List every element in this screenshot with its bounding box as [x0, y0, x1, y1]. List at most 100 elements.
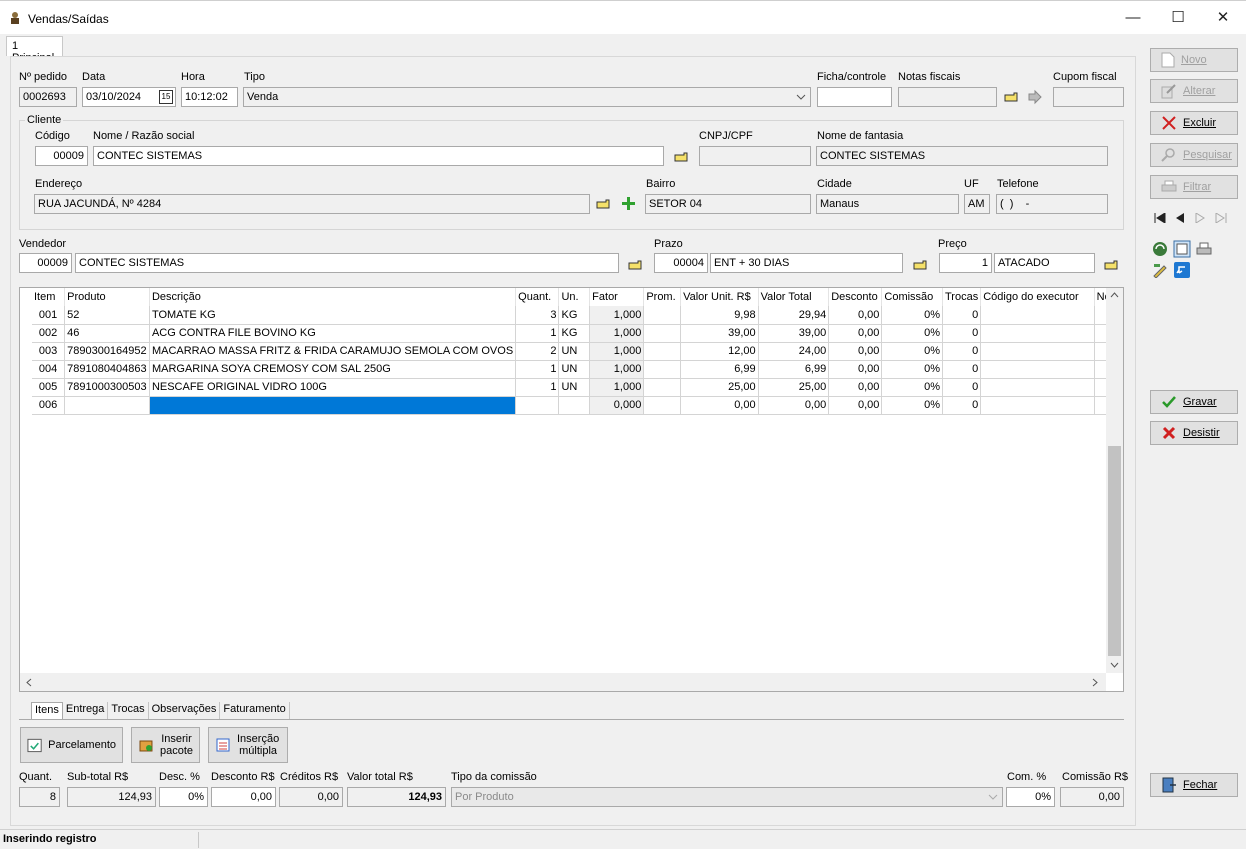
return-arrow-icon[interactable]: [1174, 262, 1190, 278]
grid-cell[interactable]: 9,98: [680, 306, 759, 325]
previous-record-icon[interactable]: [1175, 213, 1185, 223]
bairro-field[interactable]: SETOR 04: [645, 194, 811, 214]
grid-cell[interactable]: 0%: [881, 360, 943, 379]
tab-trocas[interactable]: Trocas: [108, 702, 149, 719]
alterar-button[interactable]: Alterar: [1150, 79, 1238, 103]
grid-cell[interactable]: [980, 324, 1095, 343]
table-row[interactable]: 004 7891080404863 MARGARINA SOYA CREMOSY C…: [32, 360, 1123, 379]
vendedor-nome-field[interactable]: CONTEC SISTEMAS: [75, 253, 619, 273]
next-record-icon[interactable]: [1195, 213, 1205, 223]
data-field[interactable]: 03/10/2024 15: [82, 87, 176, 107]
filtrar-button[interactable]: Filtrar: [1150, 175, 1238, 199]
gravar-button[interactable]: Gravar: [1150, 390, 1238, 414]
column-header[interactable]: Descrição: [149, 288, 517, 306]
grid-cell[interactable]: [643, 324, 682, 343]
grid-cell[interactable]: 005: [32, 378, 66, 397]
column-header[interactable]: Quant.: [515, 288, 560, 306]
grid-horizontal-scrollbar[interactable]: [20, 673, 1106, 691]
vendedor-lookup-hand-icon[interactable]: [628, 258, 644, 272]
grid-cell[interactable]: 0%: [881, 378, 943, 397]
grid-cell[interactable]: 25,00: [758, 378, 830, 397]
grid-cell[interactable]: 0,00: [828, 360, 883, 379]
table-row[interactable]: 006 0,000 0,00 0,00 0,00 0% 0: [32, 396, 1123, 415]
grid-cell[interactable]: 1,000: [589, 378, 645, 397]
export-arrow-icon[interactable]: [1027, 89, 1043, 105]
grid-cell[interactable]: 001: [32, 306, 66, 325]
grid-cell[interactable]: ACG CONTRA FILE BOVINO KG: [149, 324, 517, 343]
grid-cell[interactable]: 0%: [881, 342, 943, 361]
grid-cell[interactable]: 0: [942, 324, 982, 343]
uf-field[interactable]: AM: [964, 194, 990, 214]
column-header[interactable]: Produto: [64, 288, 150, 306]
grid-cell[interactable]: 7891080404863: [64, 360, 150, 379]
grid-cell[interactable]: NESCAFE ORIGINAL VIDRO 100G: [149, 378, 517, 397]
print-icon[interactable]: [1196, 241, 1212, 257]
tipo-select[interactable]: Venda: [243, 87, 811, 107]
grid-cell[interactable]: [558, 396, 591, 415]
grid-cell[interactable]: 0,000: [589, 396, 645, 415]
scroll-left-icon[interactable]: [26, 678, 32, 687]
grid-cell[interactable]: [980, 378, 1095, 397]
grid-cell[interactable]: 004: [32, 360, 66, 379]
grid-cell[interactable]: 1,000: [589, 360, 645, 379]
preco-lookup-hand-icon[interactable]: [1104, 258, 1120, 272]
grid-cell[interactable]: [980, 360, 1095, 379]
excluir-button[interactable]: Excluir: [1150, 111, 1238, 135]
add-plus-icon[interactable]: [621, 196, 636, 211]
parcelamento-button[interactable]: Parcelamento: [20, 727, 123, 763]
ficha-field[interactable]: [817, 87, 892, 107]
grid-cell[interactable]: [980, 306, 1095, 325]
calculator-icon[interactable]: [1173, 240, 1191, 258]
grid-cell[interactable]: [643, 396, 682, 415]
grid-cell[interactable]: 0,00: [828, 378, 883, 397]
grid-cell[interactable]: [980, 342, 1095, 361]
column-header[interactable]: Un.: [558, 288, 591, 306]
grid-cell[interactable]: 3: [515, 306, 560, 325]
grid-cell[interactable]: 6,99: [758, 360, 830, 379]
grid-cell[interactable]: UN: [558, 378, 591, 397]
column-header[interactable]: Desconto: [828, 288, 883, 306]
scroll-down-icon[interactable]: [1110, 662, 1119, 668]
desc-pct-field[interactable]: 0%: [159, 787, 208, 807]
com-pct-field[interactable]: 0%: [1006, 787, 1055, 807]
grid-cell[interactable]: [643, 306, 682, 325]
grid-cell[interactable]: 39,00: [758, 324, 830, 343]
grid-cell[interactable]: TOMATE KG: [149, 306, 517, 325]
grid-vertical-scrollbar[interactable]: [1106, 288, 1123, 673]
grid-cell[interactable]: 12,00: [680, 342, 759, 361]
grid-cell[interactable]: 0: [942, 396, 982, 415]
grid-cell[interactable]: MACARRAO MASSA FRITZ & FRIDA CARAMUJO SE…: [149, 342, 517, 361]
lookup-hand-icon[interactable]: [1004, 90, 1020, 104]
grid-cell[interactable]: 006: [32, 396, 66, 415]
column-header[interactable]: Item: [32, 288, 66, 306]
tab-entrega[interactable]: Entrega: [63, 702, 109, 719]
prazo-lookup-hand-icon[interactable]: [913, 258, 929, 272]
grid-cell[interactable]: KG: [558, 306, 591, 325]
prazo-descricao-field[interactable]: ENT + 30 DIAS: [710, 253, 903, 273]
hora-field[interactable]: 10:12:02: [181, 87, 238, 107]
grid-cell[interactable]: 0,00: [828, 324, 883, 343]
grid-cell[interactable]: 24,00: [758, 342, 830, 361]
table-row[interactable]: 001 52 TOMATE KG 3 KG 1,000 9,98 29,94 0,00 0% 0: [32, 306, 1123, 325]
grid-cell[interactable]: 29,94: [758, 306, 830, 325]
column-header[interactable]: Valor Unit. R$: [680, 288, 759, 306]
grid-cell[interactable]: KG: [558, 324, 591, 343]
notas-field[interactable]: [898, 87, 997, 107]
fantasia-field[interactable]: CONTEC SISTEMAS: [816, 146, 1108, 166]
calendar-icon[interactable]: 15: [159, 90, 173, 104]
prazo-codigo-field[interactable]: 00004: [654, 253, 708, 273]
refresh-globe-icon[interactable]: [1152, 241, 1168, 257]
grid-cell[interactable]: 0%: [881, 306, 943, 325]
vertical-scroll-thumb[interactable]: [1108, 446, 1121, 656]
grid-cell[interactable]: 0,00: [680, 396, 759, 415]
endereco-lookup-hand-icon[interactable]: [596, 197, 612, 211]
grid-cell[interactable]: [64, 396, 150, 415]
grid-cell[interactable]: 1,000: [589, 342, 645, 361]
maximize-button[interactable]: ☐: [1155, 1, 1201, 35]
tab-itens[interactable]: Itens: [31, 702, 63, 719]
preco-descricao-field[interactable]: ATACADO: [994, 253, 1095, 273]
grid-cell[interactable]: 0,00: [828, 396, 883, 415]
pedido-field[interactable]: 0002693: [19, 87, 77, 107]
grid-cell[interactable]: [643, 360, 682, 379]
grid-cell[interactable]: 1: [515, 324, 560, 343]
